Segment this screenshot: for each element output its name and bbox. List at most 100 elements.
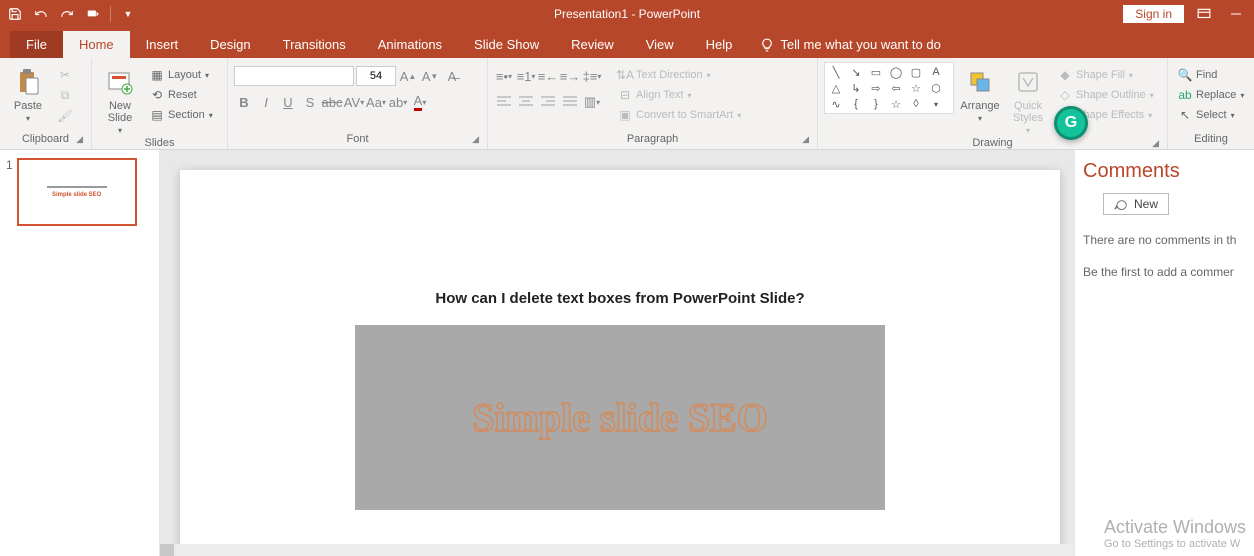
- text-direction-button[interactable]: ⇅AText Direction ▾: [614, 66, 745, 84]
- clipboard-dialog-launcher[interactable]: ◢: [76, 134, 83, 145]
- shape-arrow2-icon[interactable]: ⇨: [867, 81, 885, 95]
- shadow-button[interactable]: S: [300, 92, 320, 112]
- slide[interactable]: How can I delete text boxes from PowerPo…: [180, 170, 1060, 556]
- shape-outline-button[interactable]: ◇Shape Outline ▾: [1054, 86, 1158, 104]
- format-painter-button[interactable]: 🖌: [54, 107, 76, 125]
- horizontal-scrollbar-thumb[interactable]: [160, 544, 174, 556]
- shape-curve-icon[interactable]: ∿: [827, 97, 845, 111]
- customize-qat-icon[interactable]: ▼: [119, 5, 137, 23]
- font-size-combo[interactable]: [356, 66, 396, 86]
- layout-button[interactable]: ▦Layout ▾: [146, 66, 217, 84]
- tab-insert[interactable]: Insert: [130, 31, 195, 58]
- underline-button[interactable]: U: [278, 92, 298, 112]
- drawing-dialog-launcher[interactable]: ◢: [1152, 138, 1159, 149]
- reset-button[interactable]: ⟲Reset: [146, 86, 217, 104]
- align-text-button[interactable]: ⊟Align Text ▾: [614, 86, 745, 104]
- bold-button[interactable]: B: [234, 92, 254, 112]
- paste-button[interactable]: Paste ▾: [6, 62, 50, 123]
- copy-button[interactable]: ⧉: [54, 86, 76, 105]
- ribbon-display-options-icon[interactable]: [1192, 5, 1216, 23]
- shape-brace-icon[interactable]: {: [847, 97, 865, 111]
- slide-text-box[interactable]: Simple slide SEO: [355, 325, 885, 510]
- shape-arrow3-icon[interactable]: ⇦: [887, 81, 905, 95]
- strikethrough-button[interactable]: abc: [322, 92, 342, 112]
- cut-icon: ✂: [58, 68, 72, 82]
- font-dialog-launcher[interactable]: ◢: [472, 134, 479, 145]
- reset-icon: ⟲: [150, 88, 164, 102]
- tab-design[interactable]: Design: [194, 31, 266, 58]
- tab-file[interactable]: File: [10, 31, 63, 58]
- shape-fill-button[interactable]: ◆Shape Fill ▾: [1054, 66, 1158, 84]
- group-editing: 🔍Find abReplace ▾ ↖Select ▾ Editing: [1168, 58, 1254, 149]
- tab-home[interactable]: Home: [63, 31, 130, 58]
- sign-in-button[interactable]: Sign in: [1123, 5, 1184, 23]
- tab-animations[interactable]: Animations: [362, 31, 458, 58]
- replace-button[interactable]: abReplace ▾: [1174, 86, 1248, 104]
- font-color-button[interactable]: A▾: [410, 92, 430, 112]
- decrease-indent-button[interactable]: ≡←: [538, 66, 558, 86]
- section-icon: ▤: [150, 108, 164, 122]
- ribbon: Paste ▾ ✂ ⧉ 🖌 Clipboard◢ New Slide ▾ ▦La…: [0, 58, 1254, 150]
- tab-slideshow[interactable]: Slide Show: [458, 31, 555, 58]
- shape-roundrect-icon[interactable]: ▢: [907, 65, 925, 79]
- shapes-more-dd[interactable]: ▾: [927, 97, 945, 111]
- find-button[interactable]: 🔍Find: [1174, 66, 1248, 84]
- shape-hex-icon[interactable]: ⬡: [927, 81, 945, 95]
- lightbulb-icon: [760, 38, 774, 52]
- paragraph-dialog-launcher[interactable]: ◢: [802, 134, 809, 145]
- shapes-gallery[interactable]: ╲ ↘ ▭ ◯ ▢ A △ ↳ ⇨ ⇦ ☆ ⬡ ∿ { } ☆ ◊ ▾: [824, 62, 954, 114]
- character-spacing-button[interactable]: AV▾: [344, 92, 364, 112]
- bullets-button[interactable]: ≡•▾: [494, 66, 514, 86]
- shape-star-icon[interactable]: ☆: [907, 81, 925, 95]
- columns-button[interactable]: ▥▾: [582, 92, 602, 112]
- tab-help[interactable]: Help: [690, 31, 749, 58]
- redo-icon[interactable]: [58, 5, 76, 23]
- shape-arrow-icon[interactable]: ↘: [847, 65, 865, 79]
- cut-button[interactable]: ✂: [54, 66, 76, 84]
- shape-triangle-icon[interactable]: △: [827, 81, 845, 95]
- tab-view[interactable]: View: [630, 31, 690, 58]
- save-icon[interactable]: [6, 5, 24, 23]
- decrease-font-icon[interactable]: A▼: [420, 66, 440, 86]
- quick-styles-button[interactable]: Quick Styles▾: [1006, 62, 1050, 135]
- minimize-icon[interactable]: [1224, 5, 1248, 23]
- font-family-combo[interactable]: [234, 66, 354, 86]
- start-from-beginning-icon[interactable]: [84, 5, 102, 23]
- shape-callout-icon[interactable]: ◊: [907, 97, 925, 111]
- group-label-clipboard: Clipboard◢: [6, 131, 85, 149]
- tab-transitions[interactable]: Transitions: [267, 31, 362, 58]
- justify-button[interactable]: [560, 92, 580, 112]
- convert-smartart-button[interactable]: ▣Convert to SmartArt ▾: [614, 106, 745, 124]
- tell-me-search[interactable]: Tell me what you want to do: [748, 31, 952, 58]
- new-comment-button[interactable]: New: [1103, 193, 1169, 215]
- section-button[interactable]: ▤Section ▾: [146, 106, 217, 124]
- change-case-button[interactable]: Aa▾: [366, 92, 386, 112]
- arrange-button[interactable]: Arrange▾: [958, 62, 1002, 123]
- highlight-button[interactable]: ab▾: [388, 92, 408, 112]
- align-center-button[interactable]: [516, 92, 536, 112]
- shape-elbow-icon[interactable]: ↳: [847, 81, 865, 95]
- tab-review[interactable]: Review: [555, 31, 630, 58]
- horizontal-scrollbar[interactable]: [160, 544, 1074, 556]
- shape-line-icon[interactable]: ╲: [827, 65, 845, 79]
- align-right-button[interactable]: [538, 92, 558, 112]
- increase-indent-button[interactable]: ≡→: [560, 66, 580, 86]
- shape-more-icon[interactable]: ☆: [887, 97, 905, 111]
- slide-thumbnail-1[interactable]: Simple slide SEO: [17, 158, 137, 226]
- new-slide-button[interactable]: New Slide ▾: [98, 62, 142, 135]
- shape-textbox-icon[interactable]: A: [927, 65, 945, 79]
- shape-rect-icon[interactable]: ▭: [867, 65, 885, 79]
- slide-canvas-area[interactable]: How can I delete text boxes from PowerPo…: [160, 150, 1074, 556]
- shape-oval-icon[interactable]: ◯: [887, 65, 905, 79]
- align-left-button[interactable]: [494, 92, 514, 112]
- clear-formatting-icon[interactable]: A̶: [442, 66, 462, 86]
- select-button[interactable]: ↖Select ▾: [1174, 106, 1248, 124]
- increase-font-icon[interactable]: A▲: [398, 66, 418, 86]
- shape-brace2-icon[interactable]: }: [867, 97, 885, 111]
- grammarly-icon[interactable]: G: [1054, 106, 1088, 140]
- group-label-paragraph: Paragraph◢: [494, 131, 811, 149]
- numbering-button[interactable]: ≡1▾: [516, 66, 536, 86]
- undo-icon[interactable]: [32, 5, 50, 23]
- line-spacing-button[interactable]: ‡≡▾: [582, 66, 602, 86]
- italic-button[interactable]: I: [256, 92, 276, 112]
